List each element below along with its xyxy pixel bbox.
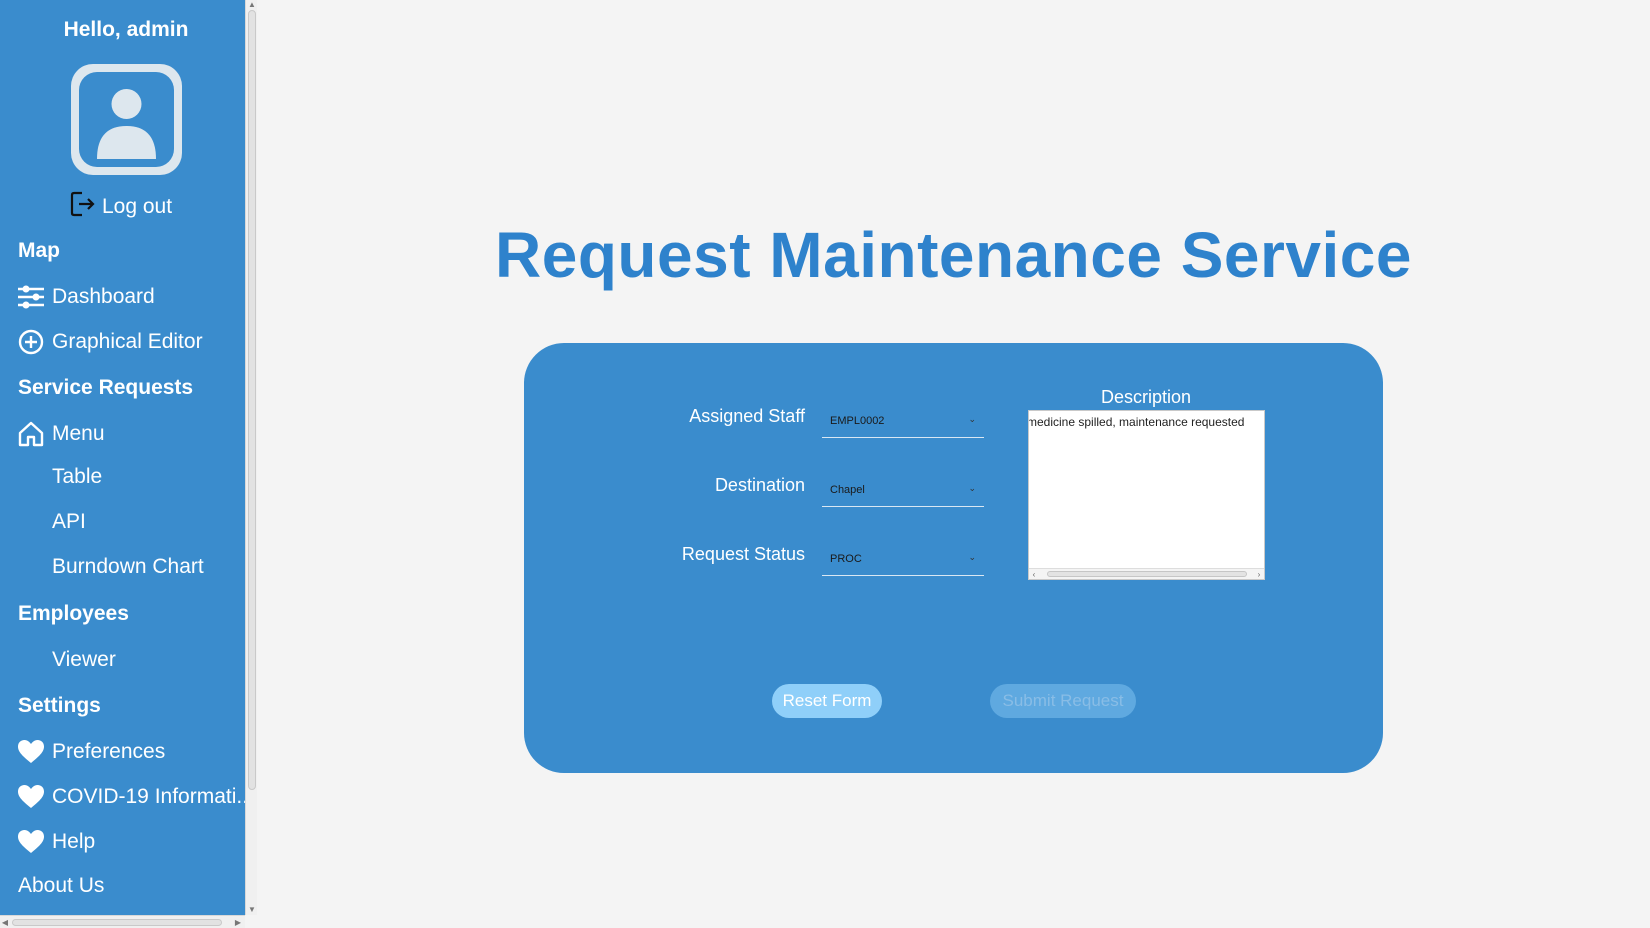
scrollbar-thumb[interactable] — [12, 919, 222, 926]
plus-circle-icon — [17, 328, 45, 356]
chevron-down-icon: ⌄ — [968, 414, 976, 424]
sidebar-item-label: Viewer — [52, 648, 116, 671]
sidebar-item-label: Preferences — [52, 740, 166, 763]
sidebar-item-graphical-editor[interactable]: Graphical Editor — [17, 328, 203, 356]
request-status-select[interactable]: PROC ⌄ — [822, 544, 984, 576]
description-textarea[interactable]: medicine spilled, maintenance requested … — [1028, 410, 1265, 580]
logout-icon — [70, 190, 96, 224]
home-icon — [17, 420, 45, 448]
sidebar-item-label: Burndown Chart — [52, 555, 204, 578]
sidebar-item-help[interactable]: Help — [17, 828, 95, 856]
sidebar: Hello, admin Log out Map Dashboard Graph… — [0, 0, 254, 915]
sidebar-item-label: Dashboard — [52, 285, 155, 308]
sidebar-horizontal-scrollbar[interactable]: ◀ ▶ — [0, 915, 245, 928]
sidebar-item-menu[interactable]: Menu — [17, 420, 105, 448]
destination-label: Destination — [714, 475, 805, 495]
section-service-requests: Service Requests — [18, 376, 194, 399]
sidebar-item-label: COVID-19 Informati... — [52, 785, 254, 808]
description-horizontal-scrollbar[interactable]: ‹ › — [1029, 568, 1264, 579]
sidebar-item-label: Graphical Editor — [52, 330, 203, 353]
page-title: Request Maintenance Service — [495, 219, 1412, 291]
scrollbar-thumb[interactable] — [1047, 571, 1247, 577]
sidebar-item-about-us[interactable]: About Us — [18, 874, 104, 898]
section-employees: Employees — [18, 602, 129, 625]
heart-icon — [17, 828, 45, 856]
sliders-icon — [17, 283, 45, 311]
section-map: Map — [18, 239, 60, 262]
sidebar-item-covid[interactable]: COVID-19 Informati... — [17, 783, 254, 811]
sidebar-item-label: About Us — [18, 874, 105, 897]
sidebar-item-label: Table — [52, 465, 103, 488]
assigned-staff-label: Assigned Staff — [689, 406, 805, 426]
sidebar-item-preferences[interactable]: Preferences — [17, 738, 165, 766]
chevron-down-icon: ⌄ — [968, 552, 976, 562]
heart-icon — [17, 783, 45, 811]
reset-form-button[interactable]: Reset Form — [772, 684, 882, 718]
logout-label: Log out — [102, 195, 173, 218]
description-label: Description — [1100, 387, 1192, 407]
scroll-right-icon[interactable]: ▶ — [233, 916, 243, 928]
description-value: medicine spilled, maintenance requested — [1028, 415, 1245, 429]
request-status-value: PROC — [830, 553, 862, 565]
scroll-left-icon[interactable]: ◀ — [0, 916, 10, 928]
destination-select[interactable]: Chapel ⌄ — [822, 475, 984, 507]
section-settings: Settings — [18, 694, 101, 717]
sidebar-item-viewer[interactable]: Viewer — [52, 648, 116, 672]
sidebar-item-api[interactable]: API — [52, 510, 86, 534]
scroll-left-icon[interactable]: ‹ — [1029, 569, 1039, 579]
request-form-panel: Assigned Staff EMPL0002 ⌄ Destination Ch… — [524, 343, 1383, 773]
scroll-up-icon[interactable]: ▲ — [246, 0, 258, 10]
sidebar-item-label: Help — [52, 830, 96, 853]
sidebar-container: Hello, admin Log out Map Dashboard Graph… — [0, 0, 257, 928]
scrollbar-thumb[interactable] — [248, 10, 256, 790]
chevron-down-icon: ⌄ — [968, 483, 976, 493]
sidebar-item-table[interactable]: Table — [52, 465, 102, 489]
scroll-down-icon[interactable]: ▼ — [246, 905, 258, 915]
heart-icon — [17, 738, 45, 766]
submit-request-button[interactable]: Submit Request — [990, 684, 1136, 718]
logout-button[interactable]: Log out — [70, 190, 172, 224]
request-status-label: Request Status — [681, 544, 805, 564]
greeting: Hello, admin — [63, 18, 189, 41]
user-avatar-icon — [71, 64, 182, 175]
assigned-staff-value: EMPL0002 — [830, 415, 885, 427]
sidebar-item-burndown-chart[interactable]: Burndown Chart — [52, 555, 204, 579]
sidebar-item-dashboard[interactable]: Dashboard — [17, 283, 155, 311]
destination-value: Chapel — [830, 484, 865, 496]
scroll-right-icon[interactable]: › — [1254, 569, 1264, 579]
sidebar-item-label: Menu — [52, 422, 105, 445]
sidebar-vertical-scrollbar[interactable]: ▲ ▼ — [245, 0, 257, 915]
assigned-staff-select[interactable]: EMPL0002 ⌄ — [822, 406, 984, 438]
sidebar-item-label: API — [52, 510, 86, 533]
